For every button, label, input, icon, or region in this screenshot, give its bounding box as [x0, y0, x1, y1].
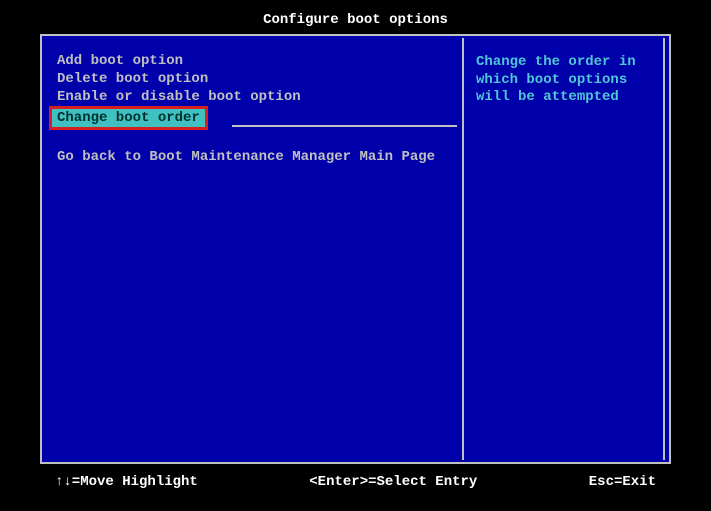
- menu-item-delete-boot[interactable]: Delete boot option: [52, 70, 462, 88]
- page-title: Configure boot options: [0, 0, 711, 34]
- hint-exit: Esc=Exit: [589, 474, 656, 490]
- menu-item-go-back[interactable]: Go back to Boot Maintenance Manager Main…: [52, 148, 462, 166]
- menu-item-add-boot[interactable]: Add boot option: [52, 52, 462, 70]
- help-text-line: will be attempted: [476, 89, 651, 107]
- menu-item-change-order[interactable]: Change boot order: [52, 109, 205, 127]
- hint-move: ↑↓=Move Highlight: [55, 474, 198, 490]
- menu-item-enable-disable[interactable]: Enable or disable boot option: [52, 88, 462, 106]
- hint-select: <Enter>=Select Entry: [309, 474, 477, 490]
- selected-highlight: Change boot order: [49, 106, 208, 130]
- help-text-line: which boot options: [476, 72, 651, 90]
- main-frame: Add boot option Delete boot option Enabl…: [40, 34, 671, 464]
- help-text-line: Change the order in: [476, 54, 651, 72]
- help-panel: Change the order in which boot options w…: [462, 38, 665, 460]
- spacer: [52, 130, 462, 148]
- footer-bar: ↑↓=Move Highlight <Enter>=Select Entry E…: [0, 464, 711, 490]
- menu-panel: Add boot option Delete boot option Enabl…: [42, 36, 462, 462]
